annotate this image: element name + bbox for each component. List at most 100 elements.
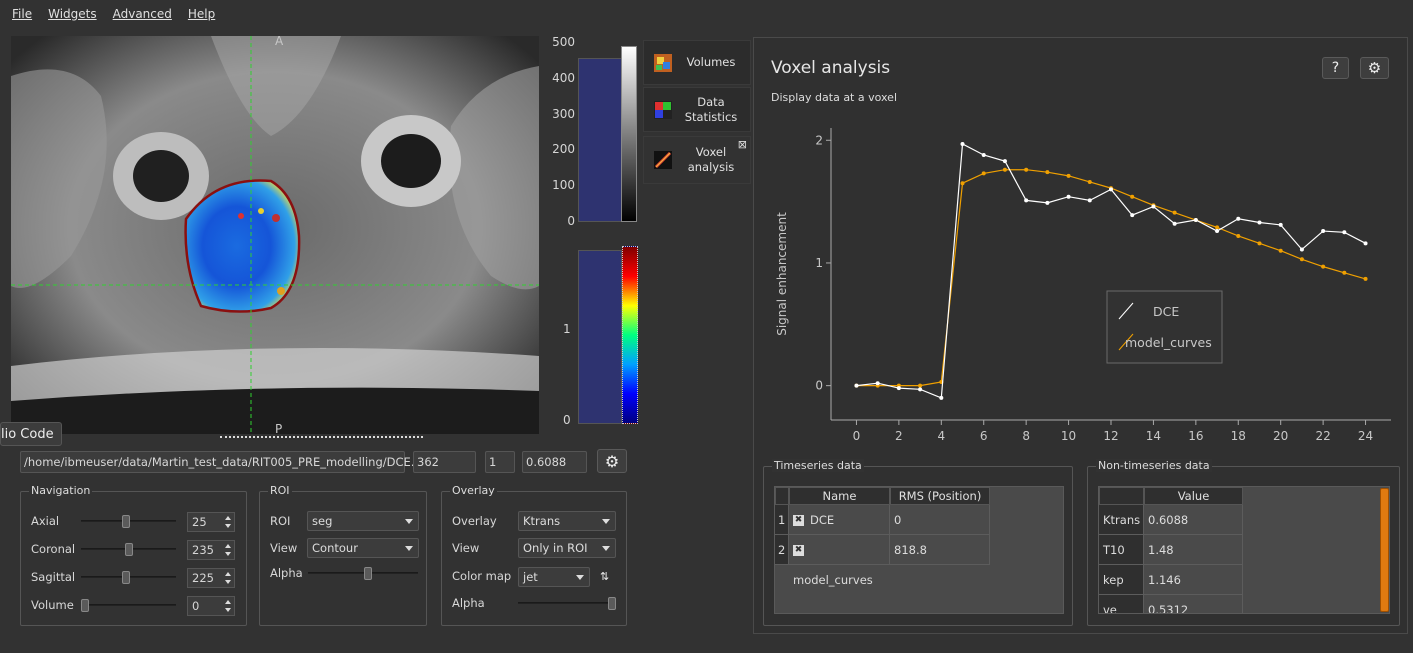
- overlay-value-field[interactable]: 0.6088: [522, 451, 587, 473]
- overlay-label: Overlay: [452, 514, 497, 528]
- value-cell: 0.6088: [1144, 505, 1243, 535]
- spin-up-icon[interactable]: [225, 572, 231, 576]
- slider-handle[interactable]: [125, 543, 133, 556]
- data-point: [1024, 167, 1029, 172]
- x-tick-label: 18: [1231, 429, 1246, 443]
- value-cell: 0.5312: [1144, 595, 1243, 613]
- data-point: [1342, 270, 1347, 275]
- image-viewer[interactable]: A P: [11, 34, 539, 436]
- row-header: T10: [1099, 535, 1144, 565]
- table-row[interactable]: ✖ model_curves: [789, 535, 890, 587]
- nav-slider[interactable]: [81, 515, 176, 528]
- jet-colorbar[interactable]: [622, 246, 638, 424]
- cbar-tick: 1: [563, 322, 571, 336]
- nav-spin-value: 225: [192, 571, 214, 585]
- roi-alpha-slider[interactable]: [308, 567, 418, 580]
- slider-handle[interactable]: [122, 571, 130, 584]
- slider-handle[interactable]: [81, 599, 89, 612]
- column-header-name[interactable]: Name: [789, 487, 890, 505]
- cbar-tick: 0: [563, 413, 571, 427]
- resize-handle[interactable]: [220, 436, 423, 438]
- spin-down-icon[interactable]: [225, 524, 231, 528]
- chevron-down-icon: [405, 546, 413, 551]
- spin-down-icon[interactable]: [225, 552, 231, 556]
- menu-widgets[interactable]: Widgets: [48, 7, 97, 21]
- y-tick-label: 0: [815, 379, 823, 393]
- slider-handle[interactable]: [122, 515, 130, 528]
- slider-handle[interactable]: [364, 567, 372, 580]
- roi-view-select[interactable]: Contour: [307, 538, 419, 558]
- data-point: [981, 171, 986, 176]
- nav-spinbox[interactable]: 225: [187, 568, 235, 588]
- menu-file[interactable]: File: [12, 7, 32, 21]
- rms-cell: 0: [890, 505, 990, 535]
- slider-handle[interactable]: [608, 597, 616, 610]
- nav-slider[interactable]: [81, 571, 176, 584]
- row-header: ve: [1099, 595, 1144, 613]
- chevron-down-icon: [405, 519, 413, 524]
- table-row[interactable]: ✖ DCE: [789, 505, 890, 535]
- file-path-field[interactable]: /home/ibmeuser/data/Martin_test_data/RIT…: [20, 451, 428, 473]
- nav-spinbox[interactable]: 0: [187, 596, 235, 616]
- overlay-alpha-slider[interactable]: [518, 597, 616, 610]
- colorbar-widget[interactable]: 1 0: [545, 240, 641, 428]
- checkbox-icon[interactable]: ✖: [793, 515, 804, 526]
- row-header: Ktrans: [1099, 505, 1144, 535]
- vertical-scrollbar[interactable]: [1380, 488, 1389, 612]
- close-icon[interactable]: ⊠: [738, 138, 747, 151]
- colormap-options-icon[interactable]: ⇅: [600, 570, 609, 583]
- roi-select[interactable]: seg: [307, 511, 419, 531]
- x-tick-label: 14: [1146, 429, 1161, 443]
- data-point: [1278, 248, 1283, 253]
- spin-down-icon[interactable]: [225, 608, 231, 612]
- tab-data-statistics[interactable]: Data Statistics: [643, 87, 751, 132]
- spin-up-icon[interactable]: [225, 516, 231, 520]
- mri-slice[interactable]: A P: [11, 34, 539, 436]
- nav-label: Axial: [31, 514, 60, 528]
- menu-help[interactable]: Help: [188, 7, 215, 21]
- timeseries-table[interactable]: Name RMS (Position) 1 ✖ DCE 0 2 ✖ model_cur…: [774, 486, 1064, 614]
- tab-volumes[interactable]: Volumes: [643, 40, 751, 85]
- menu-advanced[interactable]: Advanced: [113, 7, 172, 21]
- gear-icon: ⚙: [1367, 59, 1382, 77]
- data-point: [1066, 194, 1071, 199]
- x-tick-label: 4: [937, 429, 945, 443]
- overlay-view-select[interactable]: Only in ROI: [518, 538, 616, 558]
- panel-settings-button[interactable]: ⚙: [1360, 57, 1389, 79]
- data-point: [981, 152, 986, 157]
- gear-icon: ⚙: [604, 451, 620, 471]
- column-header-value[interactable]: Value: [1144, 487, 1243, 505]
- data-point: [918, 383, 923, 388]
- roi-label: ROI: [270, 514, 291, 528]
- colormap-select[interactable]: jet: [518, 567, 590, 587]
- checkbox-icon[interactable]: ✖: [793, 545, 804, 556]
- spin-down-icon[interactable]: [225, 580, 231, 584]
- signal-chart[interactable]: 024681012141618202224012VolumeSignal enh…: [754, 118, 1407, 448]
- voxel-value-field[interactable]: 362: [413, 451, 476, 473]
- nontimeseries-table[interactable]: Value Ktrans 0.6088 T10 1.48 kep 1.146 ve 0…: [1098, 486, 1390, 614]
- nav-spinbox[interactable]: 25: [187, 512, 235, 532]
- volume-field[interactable]: 1: [485, 451, 515, 473]
- spin-up-icon[interactable]: [225, 544, 231, 548]
- x-tick-label: 0: [853, 429, 861, 443]
- data-point: [1130, 194, 1135, 199]
- data-point: [939, 395, 944, 400]
- help-icon: ?: [1331, 60, 1340, 76]
- nav-label: Volume: [31, 598, 74, 612]
- column-header-rms[interactable]: RMS (Position): [890, 487, 990, 505]
- nav-slider[interactable]: [81, 543, 176, 556]
- chevron-down-icon: [602, 519, 610, 524]
- tab-voxel-analysis[interactable]: Voxel analysis ⊠: [643, 136, 751, 184]
- overlay-select[interactable]: Ktrans: [518, 511, 616, 531]
- nav-slider[interactable]: [81, 599, 176, 612]
- spin-up-icon[interactable]: [225, 600, 231, 604]
- histogram-plot: [578, 58, 622, 222]
- grayscale-bar[interactable]: [621, 46, 637, 222]
- nav-spinbox[interactable]: 235: [187, 540, 235, 560]
- settings-button[interactable]: ⚙: [597, 449, 627, 473]
- overlay-view-value: Only in ROI: [523, 541, 588, 555]
- row-index: 1: [775, 505, 789, 535]
- help-button[interactable]: ?: [1322, 57, 1349, 79]
- data-point: [854, 383, 859, 388]
- histogram-widget[interactable]: 500 400 300 200 100 0: [545, 36, 641, 228]
